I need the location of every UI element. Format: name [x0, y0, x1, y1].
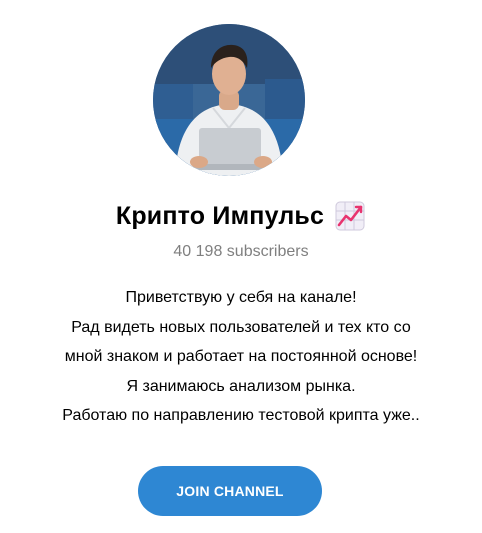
- join-channel-button[interactable]: JOIN CHANNEL: [138, 466, 322, 516]
- description-line: Приветствую у себя на канале!: [125, 289, 357, 306]
- avatar-photo: [153, 24, 305, 176]
- description-line: Я занимаюсь анализом рынка.: [126, 377, 356, 395]
- description-line: мной знаком и работает на постоянной осн…: [64, 348, 418, 365]
- channel-title-row: Крипто Импульс: [0, 196, 482, 236]
- channel-title: Крипто Импульс: [115, 201, 325, 230]
- channel-avatar: [153, 24, 305, 176]
- channel-description: Приветствую у себя на канале! Рад видеть…: [0, 283, 482, 431]
- subscriber-count: 40 198 subscribers: [173, 243, 309, 260]
- description-line: Рад видеть новых пользователей и тех кто…: [71, 318, 411, 336]
- description-line: Работаю по направлению тестовой крипта у…: [62, 407, 420, 424]
- channel-preview-card: Крипто Импульс 40 198 subscribers Привет…: [0, 0, 482, 533]
- chart-increasing-icon: [334, 200, 366, 232]
- join-channel-label: JOIN CHANNEL: [176, 483, 284, 499]
